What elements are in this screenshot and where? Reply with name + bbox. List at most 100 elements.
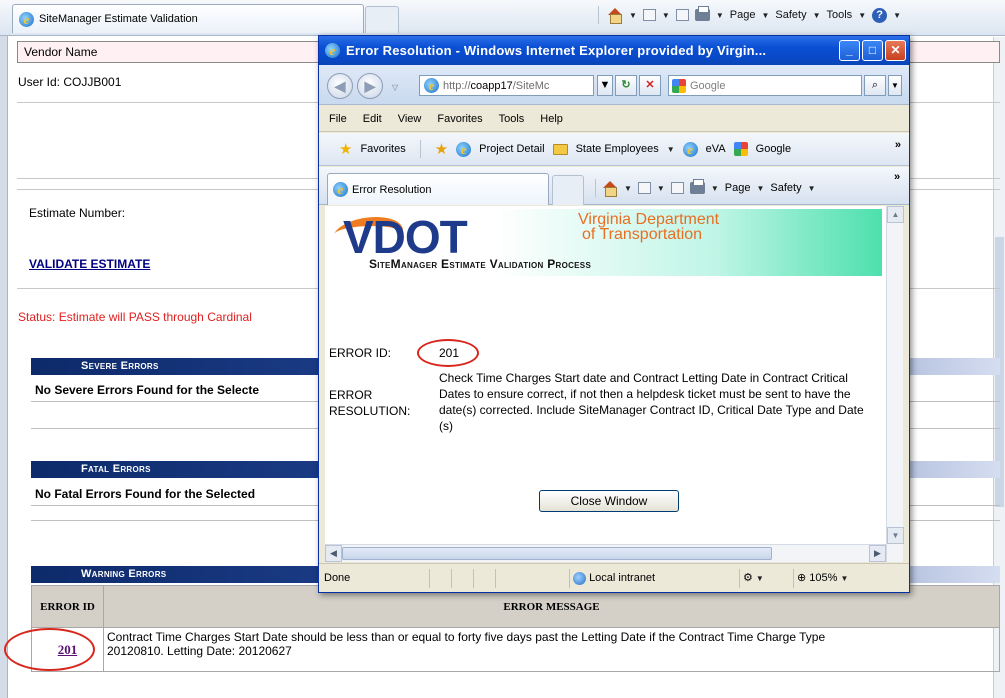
menu-favorites[interactable]: Favorites: [437, 113, 482, 125]
favorites-button[interactable]: Favorites: [360, 143, 405, 155]
estimate-number-label: Estimate Number:: [29, 206, 126, 220]
read-mail-icon[interactable]: [670, 182, 684, 194]
url-host: coapp17: [470, 79, 513, 92]
department-line1: Virginia Department: [578, 211, 720, 228]
new-tab-button[interactable]: [365, 6, 399, 33]
tools-dropdown-icon[interactable]: ▼: [858, 11, 866, 20]
error-resolution-text: Check Time Charges Start date and Contra…: [439, 371, 864, 433]
folder-dropdown-icon[interactable]: ▼: [667, 145, 675, 154]
scroll-right-icon[interactable]: ▶: [869, 545, 886, 562]
popup-tab-bar: e Error Resolution ▼ ▼ ▼ Page ▼ Safety ▼ »: [319, 167, 909, 205]
read-mail-icon[interactable]: [675, 9, 689, 21]
popup-status-bar: Done Local intranet ⚙ ▼ ⊕ 105% ▼: [319, 563, 909, 592]
search-icon[interactable]: ⌕: [864, 75, 886, 96]
protected-mode-icon[interactable]: ⚙ ▼: [739, 569, 789, 588]
print-dropdown-icon[interactable]: ▼: [711, 184, 719, 193]
stop-icon[interactable]: ✕: [639, 75, 661, 96]
add-favorite-icon[interactable]: ★: [435, 140, 448, 158]
chevron-more-icon[interactable]: »: [895, 139, 901, 151]
close-window-icon[interactable]: ✕: [885, 40, 906, 61]
safety-dropdown-icon[interactable]: ▼: [808, 184, 816, 193]
vdot-banner: VDOT Virginia Department of Transportati…: [326, 209, 882, 276]
popup-title: Error Resolution - Windows Internet Expl…: [346, 43, 767, 58]
validate-estimate-link[interactable]: VALIDATE ESTIMATE: [29, 257, 150, 271]
print-icon[interactable]: [694, 6, 710, 21]
error-id-link[interactable]: 201: [58, 642, 78, 657]
horizontal-scrollbar-thumb[interactable]: [342, 547, 772, 560]
favorites-star-icon[interactable]: ★: [339, 140, 352, 158]
divider: [419, 140, 421, 158]
safety-dropdown-icon[interactable]: ▼: [813, 11, 821, 20]
vendor-label: Vendor Name: [24, 45, 98, 59]
error-id-cell: 201: [31, 627, 104, 672]
search-input[interactable]: Google: [668, 75, 862, 96]
print-dropdown-icon[interactable]: ▼: [716, 11, 724, 20]
popup-title-bar[interactable]: e Error Resolution - Windows Internet Ex…: [319, 36, 909, 65]
help-icon[interactable]: ?: [872, 7, 888, 23]
feeds-dropdown-icon[interactable]: ▼: [662, 11, 670, 20]
fav-project-detail[interactable]: Project Detail: [479, 143, 544, 155]
print-icon[interactable]: [689, 179, 705, 194]
address-dropdown-icon[interactable]: ▼: [597, 75, 613, 96]
chevron-more-icon[interactable]: »: [894, 171, 900, 183]
popup-command-bar: ▼ ▼ ▼ Page ▼ Safety ▼: [595, 179, 816, 197]
close-window-button[interactable]: Close Window: [539, 490, 679, 512]
status-cell: [495, 569, 515, 588]
popup-tab-active[interactable]: e Error Resolution: [327, 173, 549, 205]
menu-help[interactable]: Help: [540, 113, 563, 125]
back-button[interactable]: ◀: [327, 73, 353, 99]
fav-eva[interactable]: eVA: [706, 143, 726, 155]
refresh-icon[interactable]: ↻: [615, 75, 637, 96]
page-menu[interactable]: Page: [725, 182, 751, 194]
zoom-dropdown-icon[interactable]: ▼: [840, 574, 848, 583]
menu-view[interactable]: View: [398, 113, 422, 125]
maximize-button[interactable]: □: [862, 40, 883, 61]
help-dropdown-icon[interactable]: ▼: [893, 11, 901, 20]
tools-menu[interactable]: Tools: [827, 9, 853, 21]
safety-menu[interactable]: Safety: [770, 182, 801, 194]
page-dropdown-icon[interactable]: ▼: [756, 184, 764, 193]
popup-content: VDOT Virginia Department of Transportati…: [325, 206, 886, 544]
popup-vertical-scrollbar[interactable]: ▲ ▼: [886, 206, 904, 562]
page-menu[interactable]: Page: [730, 9, 756, 21]
warning-errors-table: ERROR ID ERROR MESSAGE 201 Contract Time…: [31, 585, 1000, 672]
feeds-dropdown-icon[interactable]: ▼: [657, 184, 665, 193]
search-options-icon[interactable]: ▼: [888, 75, 902, 96]
recent-pages-icon[interactable]: ▽: [392, 83, 398, 92]
browser-tab-active[interactable]: e SiteManager Estimate Validation: [12, 4, 364, 33]
page-dropdown-icon[interactable]: ▼: [761, 11, 769, 20]
error-resolution-label-line2: RESOLUTION:: [329, 404, 411, 418]
fav-google[interactable]: Google: [756, 143, 791, 155]
feeds-icon[interactable]: [637, 182, 651, 194]
error-message-line2: 20120810. Letting Date: 20120627: [107, 644, 292, 658]
new-tab-button[interactable]: [552, 175, 584, 205]
status-text: Status: Estimate will PASS through Cardi…: [18, 310, 252, 324]
scroll-down-icon[interactable]: ▼: [887, 527, 904, 544]
home-dropdown-icon[interactable]: ▼: [624, 184, 632, 193]
error-message-line1: Contract Time Charges Start Date should …: [107, 630, 826, 644]
error-id-label: ERROR ID:: [329, 346, 392, 360]
safety-menu[interactable]: Safety: [775, 9, 806, 21]
fav-state-employees[interactable]: State Employees: [576, 143, 659, 155]
address-input[interactable]: e http://coapp17/SiteMc: [419, 75, 594, 96]
intranet-globe-icon: [573, 571, 586, 585]
process-title: SiteManager Estimate Validation Process: [369, 257, 592, 271]
zoom-control[interactable]: ⊕ 105% ▼: [793, 569, 873, 588]
scroll-left-icon[interactable]: ◀: [325, 545, 342, 562]
browser-left-edge: [0, 36, 8, 698]
department-name: Virginia Department of Transportation: [578, 211, 720, 243]
home-dropdown-icon[interactable]: ▼: [629, 11, 637, 20]
user-id: User Id: COJJB001: [18, 75, 122, 89]
minimize-button[interactable]: _: [839, 40, 860, 61]
menu-file[interactable]: File: [329, 113, 347, 125]
address-bar-row: ◀ ▶ ▽ e http://coapp17/SiteMc ▼ ↻ ✕ Goog…: [319, 65, 909, 105]
home-icon[interactable]: [602, 181, 618, 197]
scroll-up-icon[interactable]: ▲: [887, 206, 904, 223]
forward-button[interactable]: ▶: [357, 73, 383, 99]
menu-tools[interactable]: Tools: [499, 113, 525, 125]
home-icon[interactable]: [607, 8, 623, 24]
search-placeholder: Google: [690, 79, 726, 92]
menu-edit[interactable]: Edit: [363, 113, 382, 125]
feeds-icon[interactable]: [642, 9, 656, 21]
popup-horizontal-scrollbar[interactable]: ◀ ▶: [325, 544, 886, 562]
